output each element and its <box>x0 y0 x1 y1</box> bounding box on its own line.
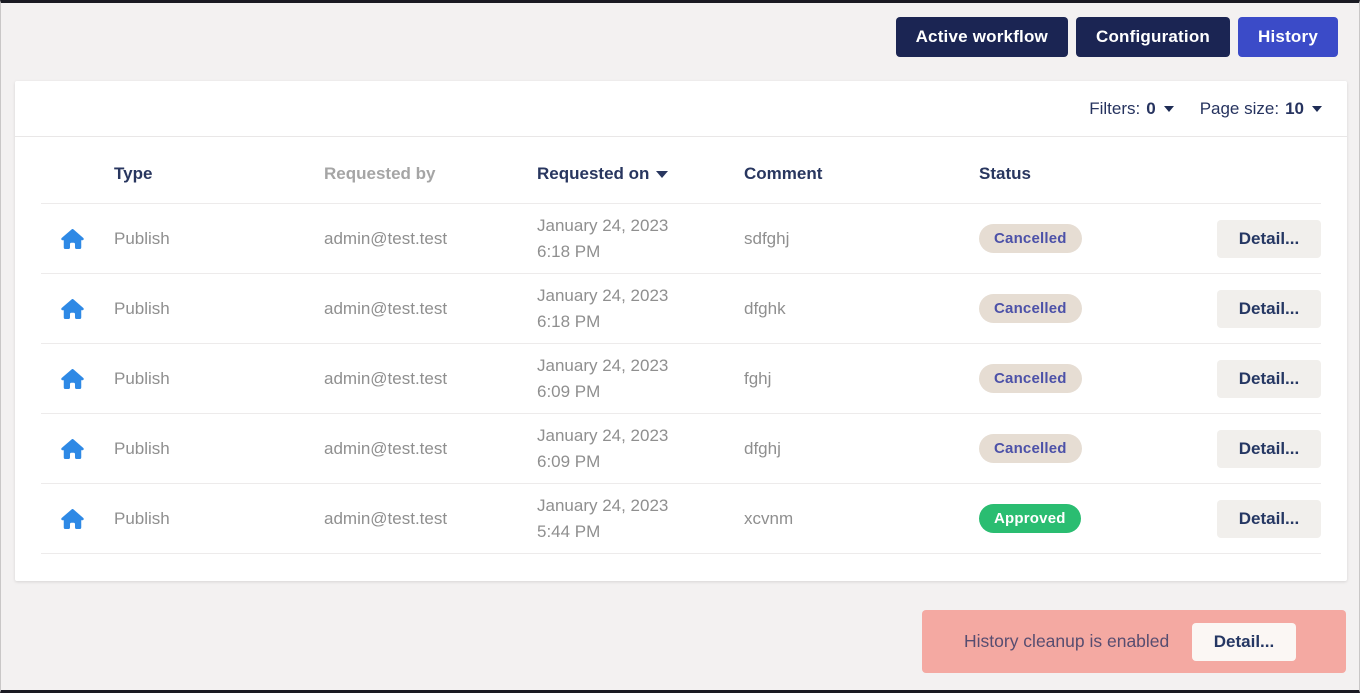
status-badge: Cancelled <box>979 434 1082 463</box>
home-icon <box>61 438 84 459</box>
chevron-down-icon <box>1312 105 1322 112</box>
top-navigation: Active workflow Configuration History <box>1 3 1359 57</box>
page-size-dropdown[interactable]: Page size: 10 <box>1200 99 1322 119</box>
row-detail-button[interactable]: Detail... <box>1217 429 1321 468</box>
time-text: 6:18 PM <box>537 311 601 331</box>
home-icon <box>61 298 84 319</box>
type-cell: Publish <box>114 203 324 274</box>
date-text: January 24, 2023 <box>537 285 669 305</box>
page-size-value: 10 <box>1285 98 1304 118</box>
banner-message: History cleanup is enabled <box>964 631 1170 651</box>
notification-area: History cleanup is enabled Detail... <box>1 610 1346 673</box>
actions-cell: Detail... <box>1194 203 1321 274</box>
status-badge: Cancelled <box>979 224 1082 253</box>
history-card: Filters: 0 Page size: 10 Type Requested … <box>15 81 1347 581</box>
requested-on-cell: January 24, 2023 6:09 PM <box>537 343 744 414</box>
row-detail-button[interactable]: Detail... <box>1217 359 1321 398</box>
actions-cell: Detail... <box>1194 343 1321 414</box>
time-text: 6:18 PM <box>537 241 601 261</box>
history-table-container: Type Requested by Requested on Comment S… <box>15 137 1347 581</box>
filters-dropdown[interactable]: Filters: 0 <box>1089 98 1174 119</box>
type-icon-cell <box>41 273 114 344</box>
requested-by-cell: admin@test.test <box>324 273 537 344</box>
requested-by-cell: admin@test.test <box>324 413 537 484</box>
time-text: 6:09 PM <box>537 381 601 401</box>
home-icon <box>61 228 84 249</box>
comment-cell: fghj <box>744 343 979 414</box>
status-cell: Cancelled <box>979 343 1194 414</box>
requested-by-cell: admin@test.test <box>324 343 537 414</box>
actions-cell: Detail... <box>1194 483 1321 554</box>
time-text: 6:09 PM <box>537 451 601 471</box>
actions-cell: Detail... <box>1194 413 1321 484</box>
tab-history[interactable]: History <box>1238 17 1338 57</box>
chevron-down-icon <box>1163 105 1174 112</box>
status-cell: Cancelled <box>979 273 1194 344</box>
type-icon-cell <box>41 483 114 554</box>
column-header-actions <box>1194 137 1321 204</box>
time-text: 5:44 PM <box>537 521 601 541</box>
column-header-type[interactable]: Type <box>114 137 324 204</box>
home-icon <box>61 508 84 529</box>
row-detail-button[interactable]: Detail... <box>1217 289 1321 328</box>
requested-on-cell: January 24, 2023 6:09 PM <box>537 413 744 484</box>
status-cell: Cancelled <box>979 413 1194 484</box>
table-row: Publish admin@test.test January 24, 2023… <box>41 413 1321 484</box>
table-row: Publish admin@test.test January 24, 2023… <box>41 273 1321 344</box>
date-text: January 24, 2023 <box>537 425 669 445</box>
comment-cell: dfghk <box>744 273 979 344</box>
column-header-requested-by[interactable]: Requested by <box>324 137 537 204</box>
requested-by-cell: admin@test.test <box>324 483 537 554</box>
table-row: Publish admin@test.test January 24, 2023… <box>41 483 1321 554</box>
type-icon-cell <box>41 413 114 484</box>
actions-cell: Detail... <box>1194 273 1321 344</box>
banner-detail-button[interactable]: Detail... <box>1192 622 1296 661</box>
column-header-requested-on[interactable]: Requested on <box>537 137 744 204</box>
status-badge: Approved <box>979 504 1081 533</box>
row-detail-button[interactable]: Detail... <box>1217 499 1321 538</box>
table-toolbar: Filters: 0 Page size: 10 <box>15 81 1347 137</box>
date-text: January 24, 2023 <box>537 215 669 235</box>
type-icon-cell <box>41 343 114 414</box>
tab-configuration[interactable]: Configuration <box>1075 17 1231 57</box>
requested-on-cell: January 24, 2023 6:18 PM <box>537 273 744 344</box>
status-cell: Approved <box>979 483 1194 554</box>
tab-active-workflow[interactable]: Active workflow <box>895 17 1068 57</box>
column-header-comment[interactable]: Comment <box>744 137 979 204</box>
status-badge: Cancelled <box>979 294 1082 323</box>
date-text: January 24, 2023 <box>537 355 669 375</box>
sort-desc-icon <box>656 171 669 178</box>
requested-on-cell: January 24, 2023 6:18 PM <box>537 203 744 274</box>
table-row: Publish admin@test.test January 24, 2023… <box>41 343 1321 414</box>
workflow-history-screen: Active workflow Configuration History Fi… <box>0 0 1360 693</box>
type-cell: Publish <box>114 273 324 344</box>
history-table: Type Requested by Requested on Comment S… <box>41 137 1321 554</box>
requested-by-cell: admin@test.test <box>324 203 537 274</box>
filters-value: 0 <box>1146 98 1156 118</box>
status-badge: Cancelled <box>979 364 1082 393</box>
column-header-status[interactable]: Status <box>979 137 1194 204</box>
table-header-row: Type Requested by Requested on Comment S… <box>41 137 1321 204</box>
comment-cell: xcvnm <box>744 483 979 554</box>
row-detail-button[interactable]: Detail... <box>1217 219 1321 258</box>
filters-label: Filters: <box>1089 98 1141 118</box>
history-cleanup-banner: History cleanup is enabled Detail... <box>922 610 1346 673</box>
type-cell: Publish <box>114 483 324 554</box>
requested-on-cell: January 24, 2023 5:44 PM <box>537 483 744 554</box>
status-cell: Cancelled <box>979 203 1194 274</box>
column-header-icon <box>41 137 114 204</box>
comment-cell: sdfghj <box>744 203 979 274</box>
type-cell: Publish <box>114 343 324 414</box>
page-size-label: Page size: <box>1199 98 1280 118</box>
type-cell: Publish <box>114 413 324 484</box>
type-icon-cell <box>41 203 114 274</box>
comment-cell: dfghj <box>744 413 979 484</box>
date-text: January 24, 2023 <box>537 495 669 515</box>
home-icon <box>61 368 84 389</box>
table-row: Publish admin@test.test January 24, 2023… <box>41 203 1321 274</box>
